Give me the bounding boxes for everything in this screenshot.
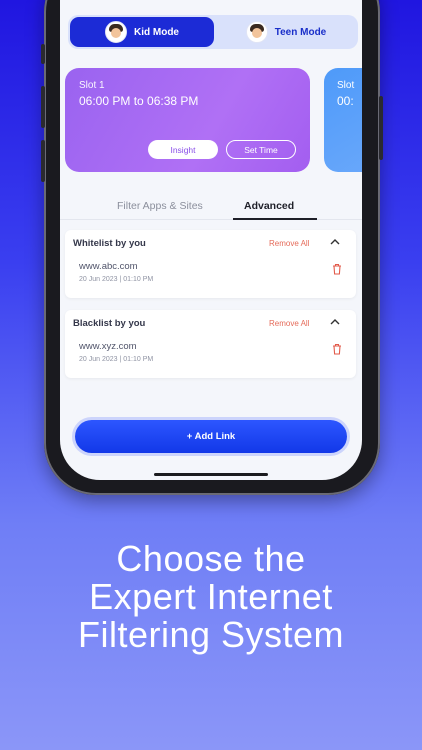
blacklist-card: Blacklist by you Remove All www.xyz.com …: [65, 310, 356, 378]
phone-volume-down-button: [41, 140, 45, 182]
headline-line-3: Filtering System: [77, 614, 345, 655]
insight-button[interactable]: Insight: [148, 140, 218, 159]
slot-time: 06:00 PM to 06:38 PM: [79, 94, 199, 108]
teen-mode-label: Teen Mode: [274, 26, 327, 38]
trash-icon[interactable]: [332, 262, 342, 275]
phone-power-button: [379, 96, 383, 160]
slot-title: Slot 1: [79, 80, 105, 91]
filter-tabs: Filter Apps & Sites Advanced: [60, 196, 362, 220]
whitelist-url: www.abc.com: [79, 261, 138, 272]
slot-card[interactable]: Slot 1 06:00 PM to 06:38 PM Insight Set …: [65, 68, 310, 172]
set-time-button[interactable]: Set Time: [226, 140, 296, 159]
tab-advanced[interactable]: Advanced: [244, 200, 294, 212]
slot-title: Slot: [337, 80, 355, 91]
blacklist-date: 20 Jun 2023 | 01:10 PM: [79, 356, 154, 363]
mode-switcher: Kid Mode Teen Mode: [68, 15, 358, 49]
promo-headline: Choose the Expert Internet Filtering Sys…: [0, 540, 422, 654]
chevron-up-icon[interactable]: [330, 238, 340, 248]
active-tab-indicator: [233, 218, 317, 220]
blacklist-url: www.xyz.com: [79, 341, 137, 352]
boy-avatar-icon: [105, 21, 127, 43]
phone-side-button: [41, 44, 45, 64]
blacklist-title: Blacklist by you: [73, 318, 146, 329]
home-indicator: [154, 473, 268, 476]
blacklist-remove-all-button[interactable]: Remove All: [269, 319, 309, 328]
whitelist-card: Whitelist by you Remove All www.abc.com …: [65, 230, 356, 298]
whitelist-title: Whitelist by you: [73, 238, 146, 249]
app-screen: Kid Mode Teen Mode Slot 1 06:00 PM to 06…: [60, 0, 362, 480]
chevron-up-icon[interactable]: [330, 318, 340, 328]
trash-icon[interactable]: [332, 342, 342, 355]
add-link-button[interactable]: + Add Link: [75, 420, 347, 453]
headline-line-2: Expert Internet: [89, 576, 333, 617]
whitelist-remove-all-button[interactable]: Remove All: [269, 239, 309, 248]
slot-card-next[interactable]: Slot 00:: [324, 68, 362, 172]
teen-avatar-icon: [245, 21, 268, 43]
tab-filter-apps-sites[interactable]: Filter Apps & Sites: [117, 200, 203, 212]
teen-mode-button[interactable]: Teen Mode: [216, 17, 356, 47]
kid-mode-button[interactable]: Kid Mode: [70, 17, 214, 47]
slot-time: 00:: [337, 94, 354, 108]
kid-mode-label: Kid Mode: [134, 26, 179, 38]
headline-line-1: Choose the: [116, 538, 306, 579]
phone-volume-up-button: [41, 86, 45, 128]
whitelist-date: 20 Jun 2023 | 01:10 PM: [79, 276, 154, 283]
